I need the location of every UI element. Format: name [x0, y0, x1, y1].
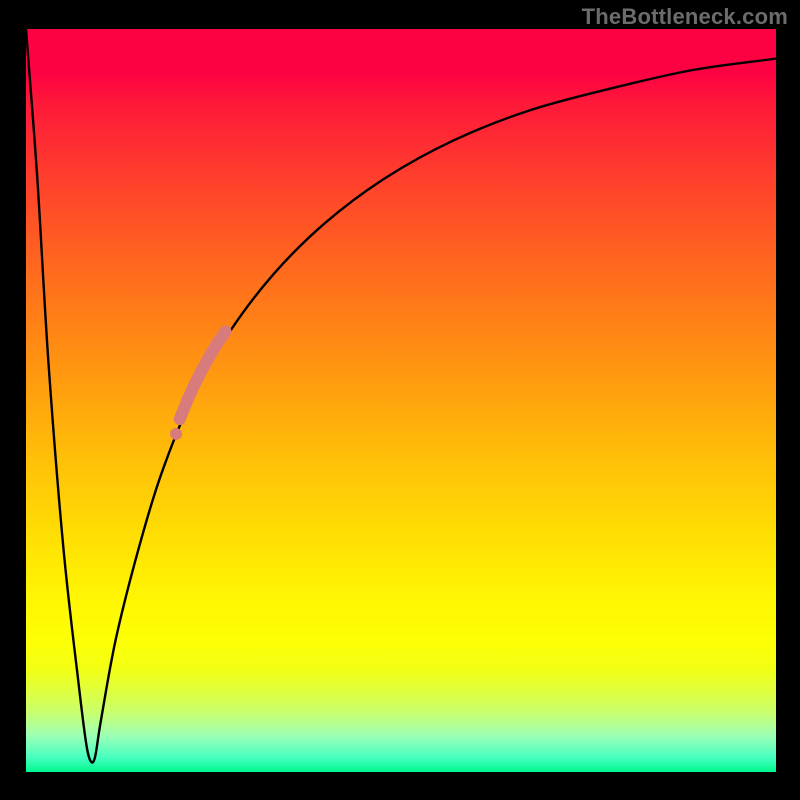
- plot-area: [26, 29, 776, 772]
- bottleneck-curve: [26, 29, 776, 763]
- highlight-segment: [180, 331, 226, 419]
- chart-stage: TheBottleneck.com: [0, 0, 800, 800]
- curve-layer: [26, 29, 776, 772]
- highlight-group: [170, 331, 226, 440]
- watermark-text: TheBottleneck.com: [582, 4, 788, 30]
- highlight-dot: [170, 428, 182, 440]
